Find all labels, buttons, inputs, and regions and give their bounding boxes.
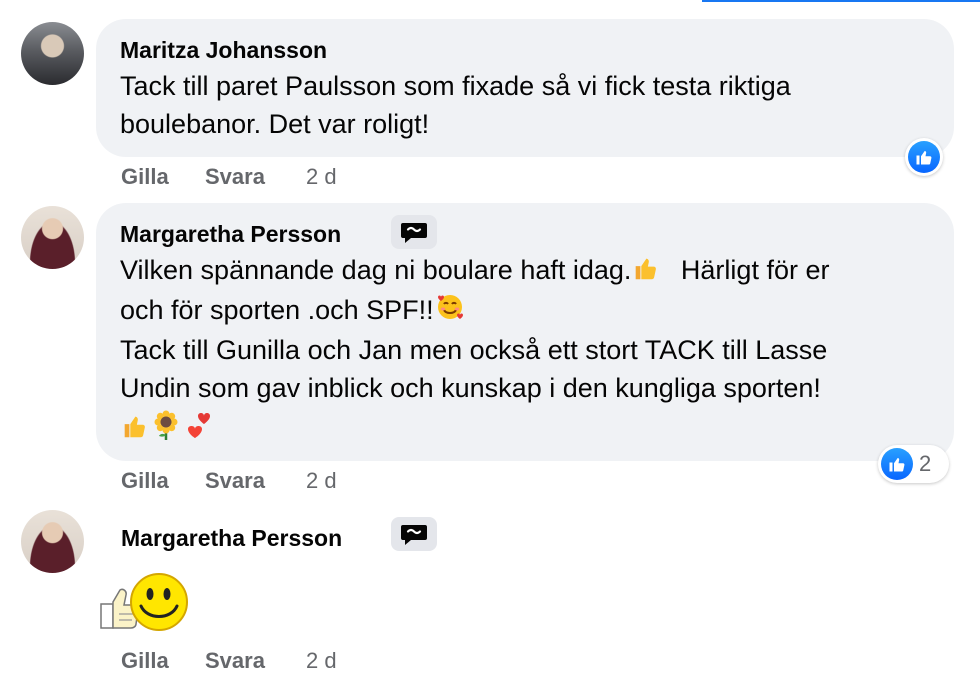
thumbs-up-smiley-sticker-icon[interactable]: [97, 570, 193, 641]
comment-text-line: Vilken spännande dag ni boulare haft ida…: [120, 251, 829, 293]
comment-text-line: Undin som gav inblick och kunskap i den …: [120, 373, 821, 403]
reaction-summary[interactable]: 2: [878, 445, 949, 483]
avatar[interactable]: [21, 510, 84, 573]
comment-text-line: Tack till paret Paulsson som fixade så v…: [120, 71, 791, 101]
comment-text-line: Tack till Gunilla och Jan men också ett …: [120, 335, 828, 365]
avatar[interactable]: [21, 22, 84, 85]
timestamp[interactable]: 2 d: [306, 164, 337, 190]
avatar[interactable]: [21, 206, 84, 269]
reply-link[interactable]: Svara: [205, 648, 265, 674]
text-segment: och för sporten .och SPF!!: [120, 295, 434, 325]
comment-text-line: och för sporten .och SPF!!: [120, 291, 466, 333]
text-segment: Vilken spännande dag ni boulare haft ida…: [120, 255, 632, 285]
comment-author[interactable]: Maritza Johansson: [120, 37, 327, 64]
comment-author[interactable]: Margaretha Persson: [120, 221, 341, 248]
like-reaction-icon: [881, 448, 913, 480]
thumbs-up-emoji-icon: [631, 253, 661, 293]
comment-text-line: boulebanor. Det var roligt!: [120, 109, 430, 139]
timestamp[interactable]: 2 d: [306, 648, 337, 674]
reply-link[interactable]: Svara: [205, 164, 265, 190]
thumbs-up-emoji-icon: [120, 411, 150, 451]
top-fan-badge-icon[interactable]: [391, 215, 437, 249]
reaction-summary[interactable]: [905, 138, 943, 176]
text-segment: Härligt för er: [680, 255, 830, 285]
comment-bubble: Margaretha Persson Vilken spännande dag …: [96, 203, 954, 461]
active-indicator-line: [702, 0, 980, 2]
like-link[interactable]: Gilla: [121, 648, 169, 674]
like-reaction-icon: [908, 141, 940, 173]
smiling-face-with-hearts-emoji-icon: [434, 291, 466, 333]
comment-author[interactable]: Margaretha Persson: [121, 525, 342, 552]
like-link[interactable]: Gilla: [121, 468, 169, 494]
heart-exclamation-emoji-icon: [182, 409, 214, 451]
reaction-count: 2: [919, 451, 932, 476]
top-fan-badge-icon[interactable]: [391, 517, 437, 551]
timestamp[interactable]: 2 d: [306, 468, 337, 494]
sunflower-emoji-icon: [150, 409, 182, 451]
emoji-line: [120, 409, 214, 451]
like-link[interactable]: Gilla: [121, 164, 169, 190]
reply-link[interactable]: Svara: [205, 468, 265, 494]
comment-bubble: Maritza Johansson Tack till paret Paulss…: [96, 19, 954, 157]
